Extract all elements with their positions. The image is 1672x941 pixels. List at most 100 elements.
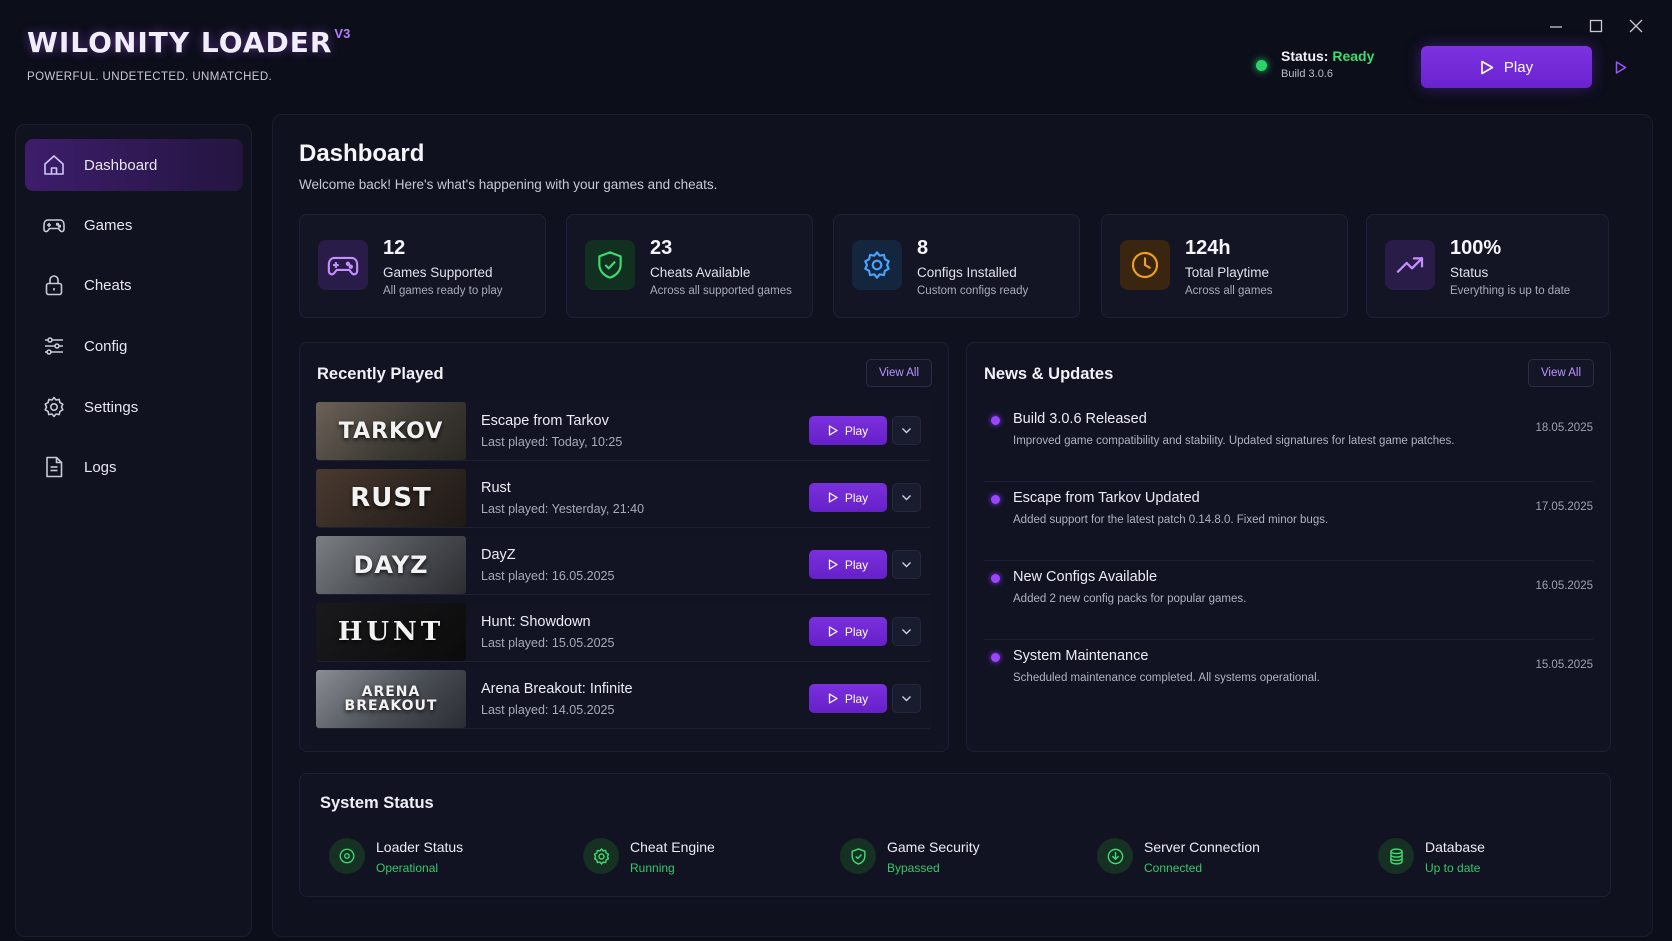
system-status-label: Database [1425,839,1485,855]
game-last-played: Last played: 15.05.2025 [481,636,615,650]
news-title: News & Updates [984,365,1114,383]
stat-card-configs: 8 Configs Installed Custom configs ready [833,214,1080,318]
stat-card-games: 12 Games Supported All games ready to pl… [299,214,546,318]
game-last-played: Last played: Yesterday, 21:40 [481,502,645,516]
stat-label: Configs Installed [917,265,1017,280]
gear-icon [44,396,64,418]
app-title: WILONITY LOADER [27,26,333,59]
play-icon [828,425,838,436]
system-status-label: Server Connection [1144,839,1260,855]
play-label: Play [844,490,869,505]
database-icon [1389,847,1403,865]
game-options-dropdown[interactable] [892,550,921,579]
system-status-label: Game Security [887,839,980,855]
sidebar-item-config[interactable]: Config [25,320,243,372]
main-play-label: Play [1503,58,1534,76]
news-item[interactable]: New Configs Available Added 2 new config… [984,561,1593,640]
game-row-dayz[interactable]: DAYZ DayZ Last played: 16.05.2025 Play [316,535,932,595]
game-options-dropdown[interactable] [892,416,921,445]
system-status-value: Operational [376,861,439,875]
play-icon [1615,60,1627,74]
sliders-icon [45,337,63,355]
chevron-down-icon [902,562,911,568]
game-play-button[interactable]: Play [809,483,887,512]
game-play-button[interactable]: Play [809,550,887,579]
maximize-button[interactable] [1580,14,1612,38]
quick-launch-button[interactable] [1604,50,1638,84]
stat-label: Cheats Available [650,265,751,280]
news-item-title: Escape from Tarkov Updated [1013,490,1200,506]
news-item[interactable]: System Maintenance Scheduled maintenance… [984,640,1593,719]
news-item[interactable]: Build 3.0.6 Released Improved game compa… [984,403,1593,482]
play-label: Play [844,423,869,438]
thumbnail-text: DAYZ [353,551,429,579]
news-item-body: Added support for the latest patch 0.14.… [1013,514,1329,526]
recently-played-view-all-button[interactable]: View All [866,359,932,387]
close-button[interactable] [1620,14,1652,38]
stat-icon-wrap [852,240,902,290]
sidebar-item-cheats[interactable]: Cheats [25,259,243,311]
sidebar-item-settings[interactable]: Settings [25,381,243,433]
news-item-title: New Configs Available [1013,569,1158,585]
sidebar-item-label: Logs [84,458,117,476]
news-view-all-button[interactable]: View All [1528,359,1594,387]
play-label: Play [844,624,869,639]
home-icon [44,155,64,175]
game-title: Hunt: Showdown [481,614,591,630]
play-icon [828,693,838,704]
news-bullet [991,495,1000,504]
chevron-down-icon [902,696,911,702]
stat-card-status: 100% Status Everything is up to date [1366,214,1609,318]
recently-played-title: Recently Played [317,365,444,383]
news-bullet [991,653,1000,662]
sidebar-item-games[interactable]: Games [25,199,243,251]
game-last-played: Last played: 14.05.2025 [481,703,615,717]
game-title: DayZ [481,547,516,563]
thumbnail-text: ARENA BREAKOUT [344,684,438,714]
stat-value: 8 [917,237,929,259]
game-options-dropdown[interactable] [892,617,921,646]
game-row-hunt[interactable]: HUNT Hunt: Showdown Last played: 15.05.2… [316,602,932,662]
game-options-dropdown[interactable] [892,684,921,713]
sidebar-item-logs[interactable]: Logs [25,441,243,493]
sidebar-item-label: Games [84,216,133,234]
page-title: Dashboard [299,140,425,167]
clock-icon [1131,251,1159,279]
news-item-date: 15.05.2025 [1535,659,1593,671]
window-controls [1540,14,1652,38]
game-options-dropdown[interactable] [892,483,921,512]
sidebar-item-label: Settings [84,398,139,416]
minimize-button[interactable] [1540,14,1572,38]
main-play-button[interactable]: Play [1421,46,1592,88]
app-tagline: POWERFUL. UNDETECTED. UNMATCHED. [27,71,273,83]
game-row-tarkov[interactable]: TARKOV Escape from Tarkov Last played: T… [316,401,932,461]
news-item-date: 17.05.2025 [1535,501,1593,513]
trending-up-icon [1396,257,1424,273]
game-play-button[interactable]: Play [809,684,887,713]
system-status-value: Running [630,861,675,875]
game-thumbnail: ARENA BREAKOUT [316,670,466,728]
stat-subtext: All games ready to play [383,285,503,297]
shield-check-icon [850,847,866,865]
status-icon-wrap [840,838,876,874]
news-item-date: 16.05.2025 [1535,580,1593,592]
sidebar-item-dashboard[interactable]: Dashboard [25,139,243,191]
top-bar: WILONITY LOADER V3 POWERFUL. UNDETECTED. … [0,0,1672,110]
news-bullet [991,416,1000,425]
stat-value: 100% [1450,237,1502,259]
play-icon [1481,60,1494,74]
play-icon [828,559,838,570]
system-status-label: Loader Status [376,839,464,855]
game-row-rust[interactable]: RUST Rust Last played: Yesterday, 21:40 … [316,468,932,528]
game-row-arena-breakout[interactable]: ARENA BREAKOUT Arena Breakout: Infinite … [316,669,932,729]
build-version: Build 3.0.6 [1281,68,1333,80]
game-play-button[interactable]: Play [809,617,887,646]
stat-subtext: Custom configs ready [917,285,1029,297]
status-value: Ready [1332,48,1375,64]
news-item[interactable]: Escape from Tarkov Updated Added support… [984,482,1593,561]
game-play-button[interactable]: Play [809,416,887,445]
app-version: V3 [334,26,351,41]
news-panel: News & Updates View All Build 3.0.6 Rele… [966,342,1611,752]
game-last-played: Last played: 16.05.2025 [481,569,615,583]
thumbnail-text: HUNT [337,617,445,647]
